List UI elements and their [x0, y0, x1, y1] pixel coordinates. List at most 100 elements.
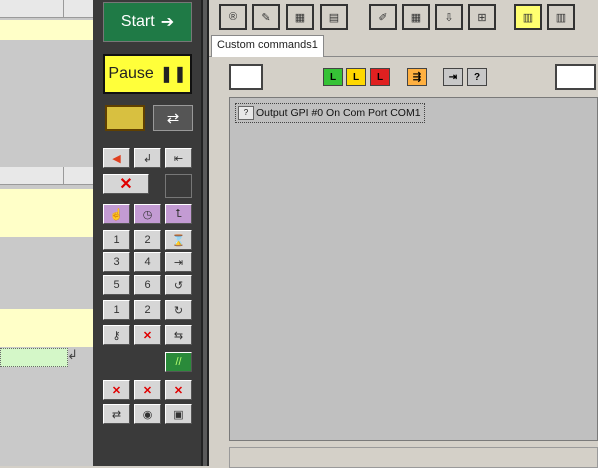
start-label: Start	[120, 13, 155, 30]
swap-icon: ⇄	[166, 110, 180, 127]
loop-button[interactable]: ↻	[165, 300, 192, 320]
left-list-pane[interactable]: ↲	[0, 0, 93, 466]
custom-commands-panel: ® ✎ ▦ ▤ ✐ ▦ ⇩ ⊞ ▥ ▥ Custom commands1 L L L ⇶ ⇥? ? Out…	[209, 0, 598, 468]
delete-all-button[interactable]: ✕	[165, 380, 192, 400]
command-item[interactable]: ? Output GPI #0 On Com Port COM1	[235, 103, 425, 123]
gauge-button[interactable]: ◉	[134, 404, 161, 424]
r-badge-toolbar-button[interactable]: ®	[219, 4, 247, 30]
query-forward-button[interactable]: ?	[467, 68, 487, 86]
jump-button[interactable]: ⇥	[165, 252, 192, 272]
loop-5-button[interactable]: ↺	[165, 275, 192, 295]
timer-2-button[interactable]: 2	[134, 230, 161, 250]
step-back-button[interactable]: ⇤	[165, 148, 192, 168]
swap-button[interactable]: ⇄	[153, 105, 193, 131]
export-button[interactable]: ⇶	[407, 68, 427, 86]
forward-button[interactable]: ⇥	[443, 68, 463, 86]
import-toolbar-button[interactable]: ⇩	[435, 4, 463, 30]
clock-button[interactable]: ◷	[134, 204, 161, 224]
query-command-icon: ?	[238, 106, 254, 120]
table-icon: ▤	[328, 11, 340, 24]
timer-4-icon: 4	[144, 256, 151, 268]
table-toolbar-button[interactable]: ▤	[320, 4, 348, 30]
shuffle-button[interactable]: ⇄	[103, 404, 130, 424]
list-row-highlight[interactable]	[0, 20, 93, 40]
control-bar: Start ➔ Pause ❚❚ ⇄ ◀ ↲ ⇤ ✕ ☝ ◷ ⮤ 1 2 ⌛ 3 4 ⇥ 5 6 ↺ 1 2 ↻ ⚷ ✕…	[93, 0, 201, 466]
command-list[interactable]: ? Output GPI #0 On Com Port COM1	[229, 97, 598, 441]
return-button[interactable]: ↲	[134, 148, 161, 168]
import-icon: ⇩	[444, 11, 454, 24]
edit-1-icon: 1	[113, 304, 120, 316]
doc2-toolbar-button[interactable]: ▥	[547, 4, 575, 30]
return-icon: ↲	[67, 347, 78, 362]
pause-button[interactable]: Pause ❚❚	[103, 54, 192, 94]
red-l-button[interactable]: L	[370, 68, 390, 86]
paint-toolbar-button[interactable]: ✐	[369, 4, 397, 30]
red-l-icon: L	[376, 71, 384, 83]
timer-1-button[interactable]: 1	[103, 230, 130, 250]
edit-1-button[interactable]: 1	[103, 300, 130, 320]
shuffle-icon: ⇄	[111, 408, 122, 421]
edit-toolbar-button[interactable]: ✎	[252, 4, 280, 30]
left-box-button[interactable]	[229, 64, 263, 90]
r-badge-icon: ®	[228, 11, 238, 23]
edit-2-button[interactable]: 2	[134, 300, 161, 320]
timer-2-icon: 2	[144, 234, 151, 246]
tab-custom-commands1[interactable]: Custom commands1	[211, 35, 324, 57]
arrow-right-icon: ➔	[160, 14, 175, 31]
delete-up-icon: ✕	[142, 384, 153, 397]
status-bar	[229, 447, 598, 468]
hand-button[interactable]: ☝	[103, 204, 130, 224]
turn-up-button[interactable]: ⮤	[165, 204, 192, 224]
timer-4-button[interactable]: 4	[134, 252, 161, 272]
delete-up-button[interactable]: ✕	[134, 380, 161, 400]
film-icon: ▦	[294, 11, 306, 24]
delete-all-icon: ✕	[173, 384, 184, 397]
timer-5-icon: 5	[113, 279, 120, 291]
jump-icon: ⇥	[173, 256, 184, 269]
hourglass-button[interactable]: ⌛	[165, 230, 192, 250]
delete-row-icon: ✕	[111, 384, 122, 397]
edit-2-icon: 2	[144, 304, 151, 316]
network-toolbar-button[interactable]: ⊞	[468, 4, 496, 30]
film-toolbar-button[interactable]: ▦	[286, 4, 314, 30]
grid-toolbar-button[interactable]: ▦	[402, 4, 430, 30]
key-button[interactable]: ⚷	[103, 325, 130, 345]
yellow-l-button[interactable]: L	[346, 68, 366, 86]
paint-icon: ✐	[378, 11, 388, 24]
key-x-icon: ✕	[142, 329, 153, 342]
list-header[interactable]	[0, 0, 93, 18]
list-header-2[interactable]	[0, 167, 93, 185]
right-box-button[interactable]	[555, 64, 596, 90]
delete-x-button[interactable]: ✕	[103, 174, 149, 194]
yellow-l-icon: L	[352, 71, 360, 83]
timer-3-icon: 3	[113, 256, 120, 268]
key-icon: ⚷	[112, 329, 121, 342]
tab-strip: Custom commands1	[209, 32, 598, 57]
green-slash-button[interactable]: //	[165, 352, 192, 372]
arrow-left-button[interactable]: ◀	[103, 148, 130, 168]
pane-splitter[interactable]	[201, 0, 209, 466]
timer-1-icon: 1	[113, 234, 120, 246]
timer-5-button[interactable]: 5	[103, 275, 130, 295]
green-l-icon: L	[329, 71, 337, 83]
key-x-button[interactable]: ✕	[134, 325, 161, 345]
start-button[interactable]: Start ➔	[103, 2, 192, 42]
save-icon: ▣	[173, 408, 184, 421]
list-row-highlight-2[interactable]	[0, 189, 93, 237]
empty-slot	[165, 174, 192, 198]
arrow-left-icon: ◀	[112, 152, 121, 165]
query-forward-icon: ?	[473, 71, 481, 83]
delete-row-button[interactable]: ✕	[103, 380, 130, 400]
doc-toolbar-button[interactable]: ▥	[514, 4, 542, 30]
save-button[interactable]: ▣	[165, 404, 192, 424]
list-row-highlight-3[interactable]	[0, 309, 93, 347]
split-arrows-button[interactable]: ⇆	[165, 325, 192, 345]
hourglass-icon: ⌛	[171, 234, 186, 247]
list-row-selected[interactable]	[0, 348, 68, 367]
timer-6-button[interactable]: 6	[134, 275, 161, 295]
film-strip-button[interactable]	[105, 105, 145, 131]
timer-3-button[interactable]: 3	[103, 252, 130, 272]
step-back-icon: ⇤	[173, 152, 184, 165]
green-l-button[interactable]: L	[323, 68, 343, 86]
gauge-icon: ◉	[142, 408, 153, 421]
